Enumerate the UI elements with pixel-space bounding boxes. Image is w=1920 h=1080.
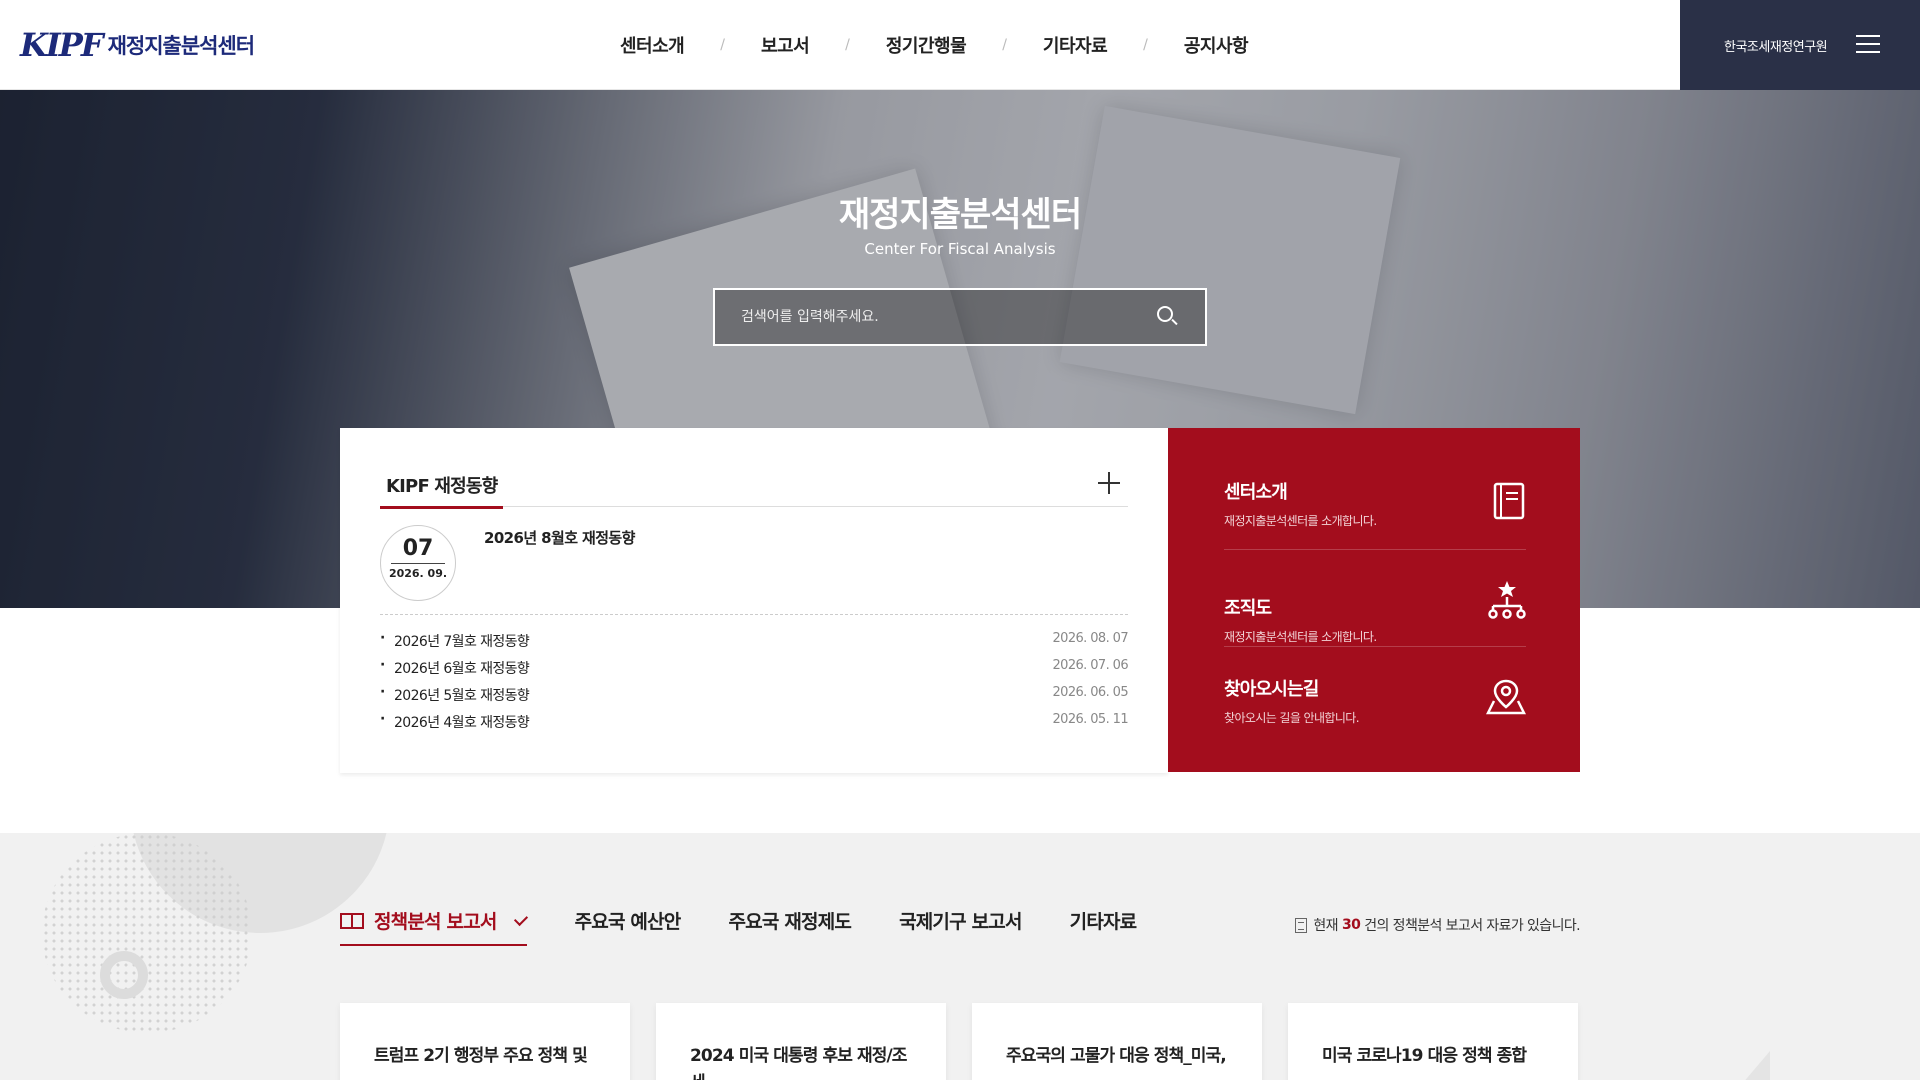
trend-list: 2026년 7월호 재정동향 2026. 08. 07 2026년 6월호 재정동… xyxy=(380,630,1129,739)
tab-other-materials[interactable]: 기타자료 xyxy=(1070,907,1138,944)
quick-link-title: 조직도 xyxy=(1224,598,1272,619)
list-item[interactable]: 2026년 7월호 재정동향 2026. 08. 07 xyxy=(380,630,1129,658)
quick-link-title: 센터소개 xyxy=(1224,482,1288,503)
open-book-icon xyxy=(340,911,366,931)
quick-link-org-chart[interactable]: 조직도 재정지출분석센터를 소개합니다. xyxy=(1224,550,1526,647)
book-icon xyxy=(1493,482,1525,520)
list-item-title[interactable]: 2026년 5월호 재정동향 xyxy=(394,688,530,704)
list-item-date: 2026. 07. 06 xyxy=(1052,658,1129,673)
map-pin-icon xyxy=(1486,679,1526,715)
list-item[interactable]: 2026년 6월호 재정동향 2026. 07. 06 xyxy=(380,657,1129,685)
nav-other-materials[interactable]: 기타자료 xyxy=(1023,32,1127,58)
nav-separator: / xyxy=(1143,37,1148,53)
count-suffix: 건의 정책분석 보고서 자료가 있습니다. xyxy=(1364,918,1580,934)
list-item-date: 2026. 06. 05 xyxy=(1052,685,1129,700)
report-card-title: 주요국의 고물가 대응 정책_미국, xyxy=(1006,1046,1227,1066)
decorative-dot-pattern xyxy=(42,833,252,1033)
fiscal-trends-title: KIPF 재정동향 xyxy=(380,464,504,509)
tab-policy-analysis[interactable]: 정책분석 보고서 xyxy=(340,907,528,946)
featured-trend-title[interactable]: 2026년 8월호 재정동향 xyxy=(484,527,635,548)
nav-separator: / xyxy=(720,37,725,53)
nav-periodicals[interactable]: 정기간행물 xyxy=(866,32,986,58)
list-item-date: 2026. 08. 07 xyxy=(1052,631,1129,646)
header-utility: 한국조세재정연구원 xyxy=(1680,0,1920,90)
search-icon[interactable] xyxy=(1157,306,1179,328)
quick-link-title: 찾아오시는길 xyxy=(1224,679,1319,700)
count-number: 30 xyxy=(1341,917,1361,933)
report-card-title: 트럼프 2기 행정부 주요 정책 및 xyxy=(374,1046,588,1066)
kipf-logo-mark: KIPF xyxy=(20,26,104,64)
date-year-month: 2026. 09. xyxy=(388,567,448,580)
tab-budget[interactable]: 주요국 예산안 xyxy=(575,907,682,944)
quick-link-desc: 재정지출분석센터를 소개합니다. xyxy=(1224,630,1377,644)
quick-link-desc: 찾아오시는 길을 안내합니다. xyxy=(1224,711,1360,725)
list-item[interactable]: 2026년 4월호 재정동향 2026. 05. 11 xyxy=(380,711,1129,739)
report-tabs: 정책분석 보고서 주요국 예산안 주요국 재정제도 국제기구 보고서 기타자료 xyxy=(340,907,1184,946)
search-input[interactable] xyxy=(741,309,1157,325)
tab-intl-org-reports[interactable]: 국제기구 보고서 xyxy=(899,907,1022,944)
fiscal-trends-header: KIPF 재정동향 xyxy=(380,464,1128,509)
hamburger-menu-icon[interactable] xyxy=(1856,35,1880,55)
reports-section: 정책분석 보고서 주요국 예산안 주요국 재정제도 국제기구 보고서 기타자료 … xyxy=(0,833,1920,1080)
report-card[interactable]: 미국 코로나19 대응 정책 종합 xyxy=(1288,1003,1578,1080)
nav-center-intro[interactable]: 센터소개 xyxy=(600,32,704,58)
decorative-ring xyxy=(100,951,148,999)
logo-text: 재정지출분석센터 xyxy=(107,34,256,58)
nav-notices[interactable]: 공지사항 xyxy=(1164,32,1268,58)
list-item-date: 2026. 05. 11 xyxy=(1052,712,1129,727)
list-item[interactable]: 2026년 5월호 재정동향 2026. 06. 05 xyxy=(380,684,1129,712)
hero-subtitle: Center For Fiscal Analysis xyxy=(864,240,1056,258)
hero-search-box xyxy=(713,288,1207,346)
org-chart-icon xyxy=(1488,581,1526,619)
report-card-title: 미국 코로나19 대응 정책 종합 xyxy=(1322,1046,1527,1066)
quick-link-directions[interactable]: 찾아오시는길 찾아오시는 길을 안내합니다. xyxy=(1224,647,1526,744)
tab-label: 정책분석 보고서 xyxy=(374,911,497,933)
date-day: 07 xyxy=(391,536,445,564)
report-card[interactable]: 2024 미국 대통령 후보 재정/조세 xyxy=(656,1003,946,1080)
count-prefix: 현재 xyxy=(1313,918,1338,934)
quick-link-center-intro[interactable]: 센터소개 재정지출분석센터를 소개합니다. xyxy=(1224,428,1526,550)
list-item-title[interactable]: 2026년 7월호 재정동향 xyxy=(394,634,530,650)
more-plus-icon[interactable] xyxy=(1098,472,1120,494)
site-logo[interactable]: KIPF 재정지출분석센터 xyxy=(20,26,256,64)
tab-fiscal-system[interactable]: 주요국 재정제도 xyxy=(728,907,851,944)
list-item-title[interactable]: 2026년 4월호 재정동향 xyxy=(394,715,530,731)
date-badge: 07 2026. 09. xyxy=(380,525,456,601)
kipf-home-link[interactable]: 한국조세재정연구원 xyxy=(1724,36,1828,55)
hero-title: 재정지출분석센터 xyxy=(838,195,1082,235)
nav-reports[interactable]: 보고서 xyxy=(741,32,829,58)
quick-link-desc: 재정지출분석센터를 소개합니다. xyxy=(1224,514,1377,528)
fiscal-trends-panel: KIPF 재정동향 07 2026. 09. 2026년 8월호 재정동향 20… xyxy=(340,428,1168,773)
nav-separator: / xyxy=(1002,37,1007,53)
featured-trend[interactable]: 07 2026. 09. 2026년 8월호 재정동향 xyxy=(380,507,1128,615)
report-card[interactable]: 트럼프 2기 행정부 주요 정책 및 xyxy=(340,1003,630,1080)
report-card-title: 2024 미국 대통령 후보 재정/조세 xyxy=(690,1046,907,1080)
quick-links-panel: 센터소개 재정지출분석센터를 소개합니다. 조직도 재정지출분석센터를 소개합니… xyxy=(1168,428,1580,772)
chevron-down-icon xyxy=(513,911,528,926)
report-count: 현재 30 건의 정책분석 보고서 자료가 있습니다. xyxy=(1295,915,1581,935)
report-cards: 트럼프 2기 행정부 주요 정책 및 2024 미국 대통령 후보 재정/조세 … xyxy=(340,1003,1578,1080)
document-icon xyxy=(1295,917,1308,933)
report-card[interactable]: 주요국의 고물가 대응 정책_미국, xyxy=(972,1003,1262,1080)
site-header: KIPF 재정지출분석센터 센터소개 / 보고서 / 정기간행물 / 기타자료 … xyxy=(0,0,1920,90)
main-nav: 센터소개 / 보고서 / 정기간행물 / 기타자료 / 공지사항 xyxy=(600,0,1268,90)
nav-separator: / xyxy=(845,37,850,53)
decorative-triangle xyxy=(1736,1051,1770,1080)
list-item-title[interactable]: 2026년 6월호 재정동향 xyxy=(394,661,530,677)
